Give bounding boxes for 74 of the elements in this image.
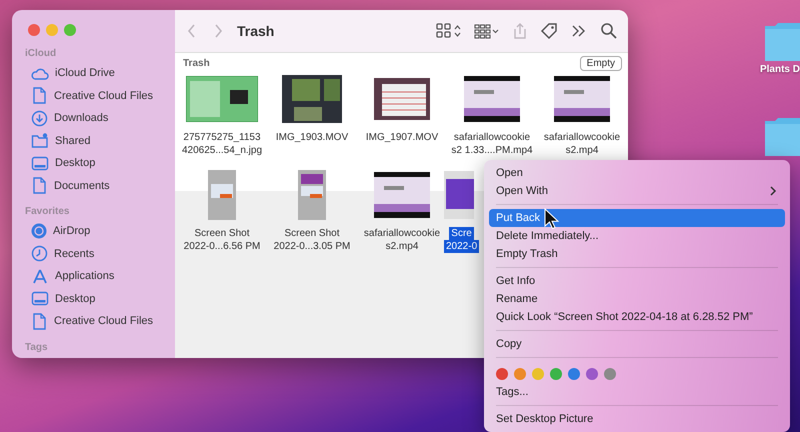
cloud-icon <box>31 66 49 81</box>
document-icon <box>31 312 48 330</box>
sidebar-item[interactable]: Applications <box>18 265 169 288</box>
sidebar-item[interactable]: Shared <box>18 130 169 152</box>
file-name[interactable]: 275775275_1153 420625...54_n.jpg <box>180 131 264 157</box>
sidebar-heading: iCloud <box>24 48 58 59</box>
sidebar-item[interactable]: Creative Cloud Files <box>18 310 169 332</box>
download-icon <box>31 110 48 127</box>
video-thumbnail <box>374 172 430 218</box>
airdrop-icon <box>31 223 47 240</box>
close-button[interactable] <box>28 24 40 36</box>
sidebar-item[interactable]: Creative Cloud Files <box>18 84 169 107</box>
video-thumbnail <box>282 75 342 123</box>
menu-item[interactable]: Open With <box>489 182 785 200</box>
cursor-icon <box>544 208 560 230</box>
zoom-button[interactable] <box>64 24 76 36</box>
menu-item[interactable]: Tags... <box>489 383 785 401</box>
sidebar-item[interactable]: Desktop <box>18 288 169 310</box>
tag-color-dot[interactable] <box>514 368 526 380</box>
video-thumbnail <box>554 76 610 122</box>
image-thumbnail <box>186 76 258 122</box>
icon-view-button[interactable] <box>436 22 462 40</box>
menu-item[interactable]: Copy <box>489 335 785 353</box>
menu-item[interactable]: Delete Immediately... <box>489 227 785 245</box>
file-name[interactable]: Screen Shot 2022-0...3.05 PM <box>272 227 352 253</box>
screenshot-thumbnail <box>208 170 236 220</box>
folder-label: Plants D <box>760 64 800 75</box>
group-button[interactable] <box>474 22 500 40</box>
menu-item[interactable]: Empty Trash <box>489 245 785 263</box>
sidebar-item[interactable]: Downloads <box>18 107 169 130</box>
sidebar-item[interactable]: iCloud Drive <box>18 62 169 84</box>
folder-icon <box>765 115 800 156</box>
applications-icon <box>31 268 49 285</box>
tag-color-dot[interactable] <box>604 368 616 380</box>
path-label: Trash <box>183 58 210 69</box>
folder-icon <box>31 132 49 150</box>
file-name[interactable]: safariallowcookie s2.mp4 <box>542 131 622 157</box>
document-icon <box>31 177 48 194</box>
tag-color-dot[interactable] <box>550 368 562 380</box>
menu-item[interactable]: Open <box>489 164 785 182</box>
menu-item[interactable]: Quick Look “Screen Shot 2022-04-18 at 6.28.52 PM” <box>489 308 785 326</box>
video-thumbnail <box>464 76 520 122</box>
tag-color-dot[interactable] <box>532 368 544 380</box>
menu-item[interactable]: Rename <box>489 290 785 308</box>
file-name[interactable]: IMG_1903.MOV <box>274 131 350 144</box>
search-button[interactable] <box>600 22 618 40</box>
tag-color-dot[interactable] <box>568 368 580 380</box>
file-name[interactable]: safariallowcookie s2 1.33....PM.mp4 <box>449 131 535 157</box>
tag-color-dot[interactable] <box>586 368 598 380</box>
tag-button[interactable] <box>540 22 558 40</box>
file-name[interactable]: safariallowcookie s2.mp4 <box>362 227 442 253</box>
folder-icon <box>765 20 800 61</box>
menu-item[interactable]: Get Info <box>489 272 785 290</box>
sidebar-heading: Tags <box>24 342 49 352</box>
minimize-button[interactable] <box>46 24 58 36</box>
menu-item[interactable]: Put Back <box>489 209 785 227</box>
video-thumbnail <box>374 78 430 120</box>
screenshot-thumbnail <box>298 170 326 220</box>
clock-icon <box>31 245 48 262</box>
desktop-icon <box>31 154 49 172</box>
empty-button[interactable]: Empty <box>580 56 622 71</box>
menu-item[interactable]: Set Desktop Picture <box>489 410 785 428</box>
file-name[interactable]: Screen Shot 2022-0...6.56 PM <box>182 227 262 253</box>
window-title: Trash <box>237 23 274 39</box>
sidebar-item[interactable]: AirDrop <box>18 220 169 242</box>
sidebar-heading: Favorites <box>24 206 70 217</box>
desktop-icon <box>31 290 49 308</box>
tag-color-dot[interactable] <box>496 368 508 380</box>
screenshot-thumbnail <box>444 171 474 219</box>
file-name[interactable]: IMG_1907.MOV <box>364 131 440 144</box>
sidebar-item[interactable]: Desktop <box>18 152 169 174</box>
sidebar-item[interactable]: Documents <box>18 174 169 197</box>
document-icon <box>31 87 48 104</box>
sidebar-item[interactable]: Recents <box>18 242 169 265</box>
